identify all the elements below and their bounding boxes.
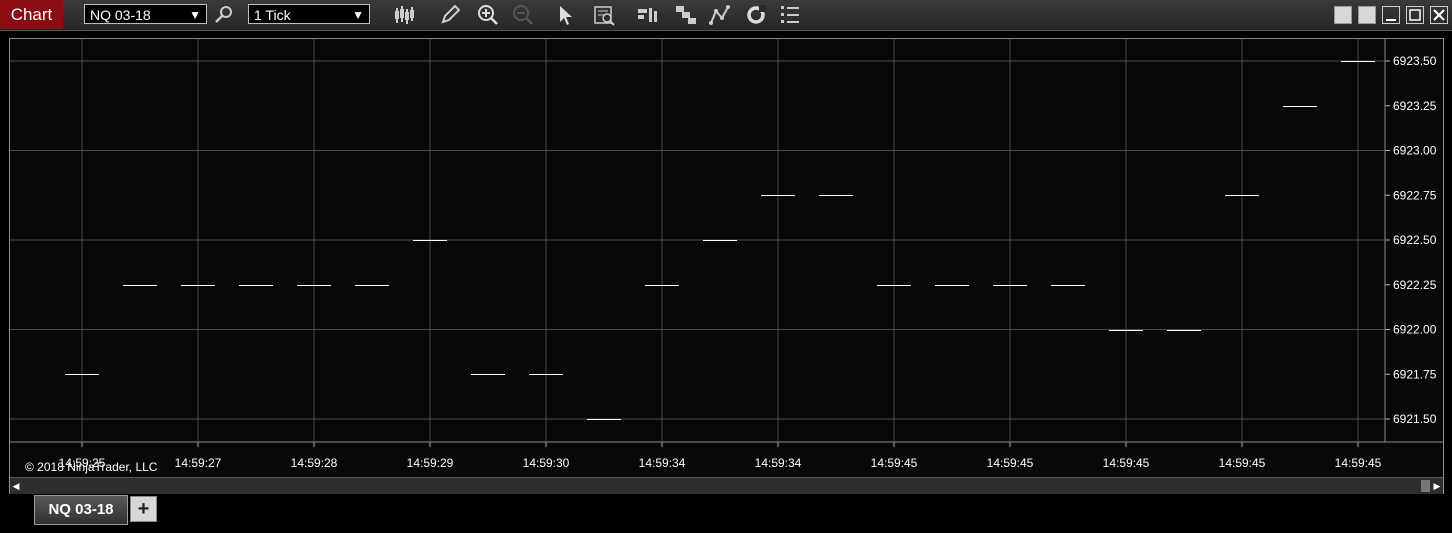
chevron-down-icon: ▼ [189,8,201,22]
x-tick-label: 14:59:45 [987,456,1034,470]
x-tick-label: 14:59:45 [1219,456,1266,470]
window-title: Chart [0,0,63,29]
search-icon[interactable] [212,3,236,27]
bar-type-icon[interactable] [392,3,416,27]
x-tick-label: 14:59:45 [1103,456,1150,470]
tab-instrument[interactable]: NQ 03-18 [34,495,128,525]
zoom-in-icon[interactable] [476,3,500,27]
scroll-thumb[interactable] [1421,480,1430,492]
y-tick-label: 6921.50 [1393,412,1437,426]
properties-icon[interactable] [674,3,698,27]
data-box-icon[interactable] [592,3,616,27]
x-tick-label: 14:59:45 [871,456,918,470]
x-tick-label: 14:59:34 [755,456,802,470]
x-tick-label: 14:59:45 [1335,456,1382,470]
horizontal-scrollbar[interactable]: ◀ ▶ [10,477,1443,494]
y-tick-label: 6921.75 [1393,367,1437,381]
trade-panel-icon[interactable] [636,3,660,27]
workspace-button[interactable] [1358,6,1376,24]
x-tick-label: 14:59:27 [175,456,222,470]
y-tick-label: 6922.25 [1393,278,1437,292]
chart-toolbar: Chart NQ 03-18 ▼ 1 Tick ▼ [0,0,1452,31]
interval-selector[interactable]: 1 Tick ▼ [248,4,370,24]
copyright-text: © 2018 NinjaTrader, LLC [25,460,158,474]
x-tick-label: 14:59:34 [639,456,686,470]
x-tick-label: 14:59:30 [523,456,570,470]
maximize-button[interactable] [1406,6,1424,24]
close-button[interactable] [1430,6,1448,24]
instrument-value: NQ 03-18 [90,7,151,23]
indicators-icon[interactable] [708,3,732,27]
pencil-icon[interactable] [438,3,462,27]
link-color-button[interactable] [1334,6,1352,24]
x-tick-label: 14:59:28 [291,456,338,470]
price-chart[interactable]: 6923.50 6923.25 6923.00 6922.75 6922.50 6922.… [10,39,1443,493]
add-tab-button[interactable]: + [130,496,157,522]
y-tick-label: 6922.75 [1393,188,1437,202]
chart-panel[interactable]: 6923.50 6923.25 6923.00 6922.75 6922.50 6922.… [9,38,1444,494]
list-icon[interactable] [778,3,802,27]
scroll-left-icon[interactable]: ◀ [10,478,22,494]
instrument-selector[interactable]: NQ 03-18 ▼ [84,4,207,24]
y-tick-label: 6923.50 [1393,54,1437,68]
zoom-out-icon[interactable] [511,3,535,27]
scroll-right-icon[interactable]: ▶ [1431,478,1443,494]
y-tick-label: 6923.00 [1393,144,1437,158]
y-tick-label: 6922.00 [1393,323,1437,337]
pointer-icon[interactable] [554,3,578,27]
y-tick-label: 6922.50 [1393,233,1437,247]
interval-value: 1 Tick [254,7,291,23]
reload-icon[interactable] [744,3,768,27]
chevron-down-icon: ▼ [352,8,364,22]
y-tick-label: 6923.25 [1393,99,1437,113]
minimize-button[interactable] [1382,6,1400,24]
x-tick-label: 14:59:29 [407,456,454,470]
